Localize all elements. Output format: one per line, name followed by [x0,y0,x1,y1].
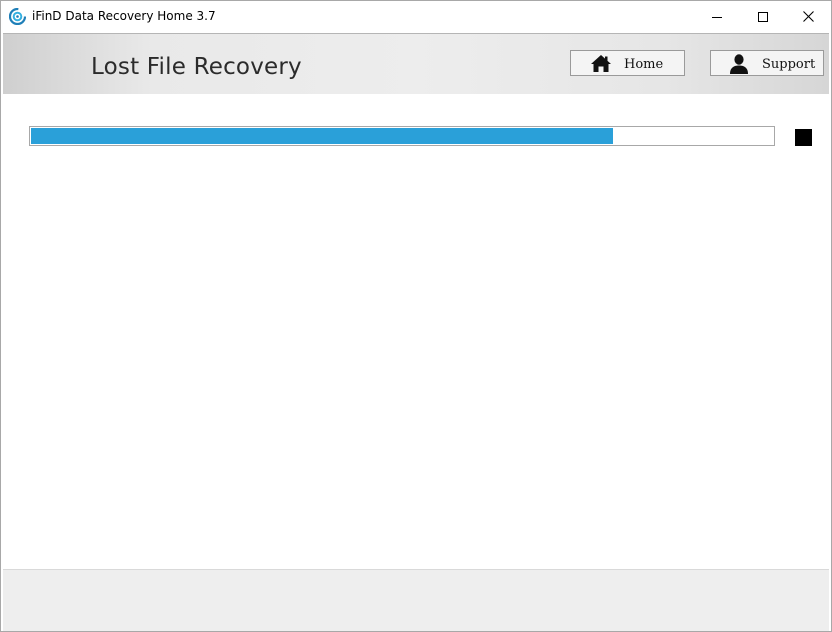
user-icon [728,53,750,75]
main-content [3,94,829,569]
maximize-icon [757,11,768,22]
app-window: iFinD Data Recovery Home 3.7 Lost File R… [0,0,832,632]
close-icon [803,11,814,22]
home-button[interactable]: Home [570,50,685,76]
minimize-icon [711,16,722,18]
scan-progress-bar [29,126,775,146]
ifind-logo-icon [8,7,27,26]
window-title: iFinD Data Recovery Home 3.7 [32,9,216,23]
support-button[interactable]: Support [710,50,824,76]
scan-progress-fill [31,128,614,144]
close-button[interactable] [786,1,831,32]
maximize-button[interactable] [740,1,785,32]
minimize-button[interactable] [694,1,739,32]
home-icon [590,53,612,75]
stop-scan-button[interactable] [795,129,812,146]
home-button-label: Home [624,57,664,72]
header-bar: Lost File Recovery Home Support [3,33,829,95]
support-button-label: Support [762,57,816,72]
page-title: Lost File Recovery [91,54,302,80]
title-bar[interactable]: iFinD Data Recovery Home 3.7 [1,1,831,32]
footer-bar [3,569,829,631]
